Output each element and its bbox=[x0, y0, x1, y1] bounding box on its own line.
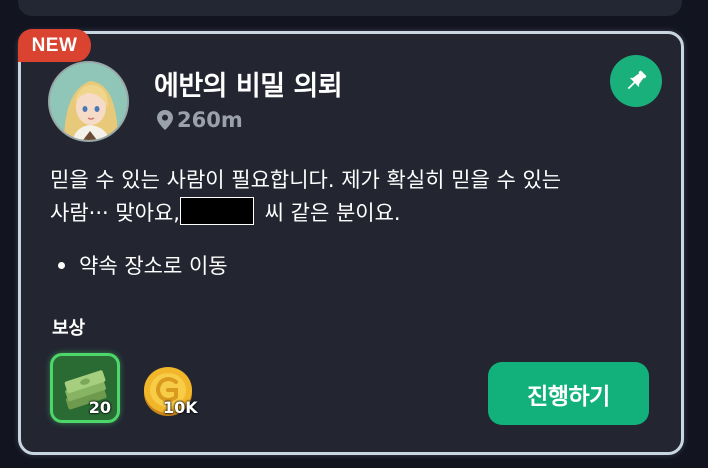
previous-quest-card[interactable] bbox=[18, 0, 682, 16]
description-line-1: 믿을 수 있는 사람이 필요합니다. 제가 확실히 믿을 수 있는 bbox=[50, 168, 562, 192]
objective-text: 약속 장소로 이동 bbox=[79, 254, 228, 278]
pushpin-icon bbox=[627, 70, 647, 90]
quest-distance: 260m bbox=[157, 108, 243, 132]
location-pin-icon bbox=[157, 110, 173, 130]
coin-quantity: 10K bbox=[163, 398, 198, 417]
reward-item-cash[interactable]: 20 bbox=[50, 353, 120, 423]
quest-title: 에반의 비밀 의뢰 bbox=[154, 71, 343, 102]
proceed-button[interactable]: 진행하기 bbox=[488, 362, 649, 425]
redacted-player-name bbox=[179, 197, 254, 225]
description-line-2: 사람··· 맞아요, 씨 같은 분이요. bbox=[50, 197, 650, 230]
quest-description: 믿을 수 있는 사람이 필요합니다. 제가 확실히 믿을 수 있는 사람··· … bbox=[50, 164, 650, 230]
distance-value: 260m bbox=[177, 108, 243, 132]
pin-button[interactable] bbox=[610, 55, 662, 107]
cash-quantity: 20 bbox=[88, 398, 111, 417]
description-prefix: 사람··· 맞아요, bbox=[50, 201, 180, 225]
quest-objective: 약속 장소로 이동 bbox=[58, 250, 228, 280]
new-badge: NEW bbox=[18, 29, 91, 62]
description-suffix: 씨 같은 분이요. bbox=[257, 201, 401, 225]
bullet-icon bbox=[58, 261, 65, 269]
npc-avatar bbox=[48, 61, 129, 142]
reward-label: 보상 bbox=[52, 318, 86, 339]
